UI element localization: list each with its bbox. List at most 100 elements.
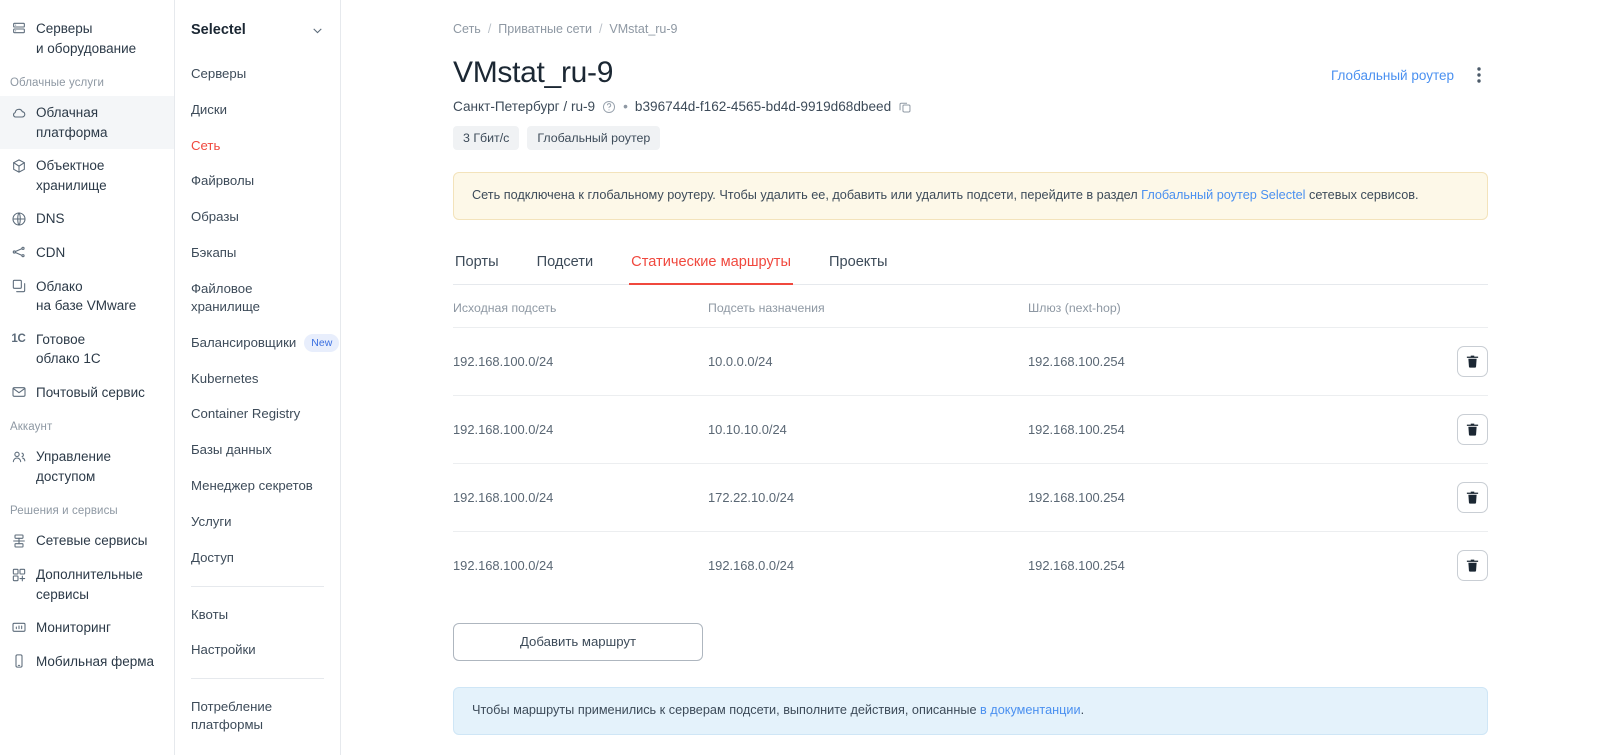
sidebar-item[interactable]: Почтовый сервис xyxy=(0,376,174,410)
project-nav-item[interactable]: Квоты xyxy=(175,597,340,633)
chip-router: Глобальный роутер xyxy=(527,126,661,150)
sidebar-item[interactable]: Мониторинг xyxy=(0,611,174,645)
sidebar-item-label: Готовое облако 1С xyxy=(36,331,101,367)
project-nav-item[interactable]: Базы данных xyxy=(175,432,340,468)
project-switcher[interactable]: Selectel xyxy=(175,16,340,44)
project-nav-item[interactable]: Файловое хранилище xyxy=(175,271,340,325)
sidebar-item[interactable]: Управление доступом xyxy=(0,440,174,493)
project-nav-label: Менеджер секретов xyxy=(191,478,313,494)
table-row: 192.168.100.0/24 10.0.0.0/24 192.168.100.2… xyxy=(453,326,1488,396)
project-nav-item[interactable]: Образы xyxy=(175,199,340,235)
project-nav-item[interactable]: Сеть xyxy=(175,128,340,164)
more-options-icon[interactable] xyxy=(1470,66,1488,84)
sidebar-item[interactable]: Объектное хранилище xyxy=(0,149,174,202)
resource-chips: 3 Гбит/с Глобальный роутер xyxy=(453,126,1488,150)
info-banner-link[interactable]: в документанции xyxy=(980,703,1081,717)
table-row: 192.168.100.0/24 192.168.0.0/24 192.168.10… xyxy=(453,530,1488,599)
project-nav-label: Файловое хранилище xyxy=(191,280,261,314)
project-nav-label: Потребление платформы xyxy=(191,699,273,732)
project-nav-item[interactable]: Файрволы xyxy=(175,163,340,199)
sidebar-item[interactable]: Облачная платформа xyxy=(0,96,174,150)
breadcrumb-item-2[interactable]: Приватные сети xyxy=(498,22,592,36)
tab-0[interactable]: Порты xyxy=(453,254,501,285)
sidebar-divider xyxy=(191,585,324,587)
project-nav-item[interactable]: Серверы xyxy=(175,56,340,92)
warning-banner-link[interactable]: Глобальный роутер Selectel xyxy=(1141,188,1305,202)
project-nav-item[interactable]: Балансировщики New xyxy=(175,325,340,361)
project-nav-label: Диски xyxy=(191,101,228,117)
sidebar-item[interactable]: 1C Готовое облако 1С xyxy=(0,323,174,376)
sidebar-item-label: Мониторинг xyxy=(36,620,111,636)
project-nav-item[interactable]: Диски xyxy=(175,92,340,128)
delete-route-button[interactable] xyxy=(1457,413,1488,445)
project-nav-item[interactable]: Менеджер секретов xyxy=(175,468,340,504)
project-nav-item[interactable]: Потребление платформы xyxy=(175,689,340,743)
breadcrumb-separator-2: / xyxy=(598,22,603,36)
sidebar-item[interactable]: DNS xyxy=(0,202,174,236)
monitor-icon xyxy=(10,619,27,636)
column-header-actions xyxy=(1428,301,1488,328)
info-text-after: . xyxy=(1080,702,1085,717)
project-nav-label: Сеть xyxy=(191,137,221,153)
cell-gateway: 192.168.100.254 xyxy=(1028,462,1428,532)
globe-icon xyxy=(10,210,27,227)
users-icon xyxy=(10,448,27,465)
sidebar-item-label: Почтовый сервис xyxy=(36,384,145,400)
sidebar-item[interactable]: Дополнительные сервисы xyxy=(0,558,174,611)
delete-route-button[interactable] xyxy=(1457,549,1488,581)
breadcrumb-current: VMstat_ru-9 xyxy=(609,22,678,36)
cell-source: 192.168.100.0/24 xyxy=(453,326,708,396)
mobile-icon xyxy=(10,653,27,670)
sidebar-group-title: Решения и сервисы xyxy=(10,505,118,518)
project-nav-item[interactable]: Container Registry xyxy=(175,396,340,432)
sidebar-item-label: Объектное хранилище xyxy=(36,158,107,193)
cell-source: 192.168.100.0/24 xyxy=(453,462,708,532)
project-nav-label: Kubernetes xyxy=(191,370,259,386)
services-sidebar: Серверы и оборудование Облачные услуги Обл… xyxy=(0,0,175,755)
sidebar-item[interactable]: Мобильная ферма xyxy=(0,645,174,679)
project-nav-label: Настройки xyxy=(191,642,256,658)
cell-gateway: 192.168.100.254 xyxy=(1028,394,1428,464)
project-nav-label: Файрволы xyxy=(191,173,255,189)
breadcrumb-separator: / xyxy=(487,22,492,36)
sidebar-item[interactable]: CDN xyxy=(0,236,174,270)
project-nav-item[interactable]: Kubernetes xyxy=(175,361,340,397)
app-root: Серверы и оборудование Облачные услуги Обл… xyxy=(0,0,1600,755)
tab-2[interactable]: Статические маршруты xyxy=(629,254,793,285)
sidebar-item-label: Управление доступом xyxy=(36,449,112,484)
add-route-button[interactable]: Добавить маршрут xyxy=(453,622,703,661)
servers-icon xyxy=(10,20,27,37)
sidebar-item[interactable]: Сетевые сервисы xyxy=(0,524,174,558)
project-nav-item[interactable]: Доступ xyxy=(175,540,340,576)
tab-3[interactable]: Проекты xyxy=(827,254,890,285)
help-circle-icon[interactable] xyxy=(602,100,616,114)
copy-icon[interactable] xyxy=(898,100,912,114)
cell-gateway: 192.168.100.254 xyxy=(1028,326,1428,396)
project-nav-item[interactable]: Услуги xyxy=(175,504,340,540)
warning-text-after: сетевых сервисов. xyxy=(1305,188,1419,202)
warning-banner: Сеть подключена к глобальному роутеру. Ч… xyxy=(453,172,1488,220)
breadcrumb-item-1[interactable]: Сеть xyxy=(453,22,481,36)
sidebar-item-servers[interactable]: Серверы и оборудование xyxy=(0,12,174,65)
project-nav-item[interactable]: Настройки xyxy=(175,632,340,668)
project-nav-item[interactable]: Бэкапы xyxy=(175,235,340,271)
table-row: 192.168.100.0/24 172.22.10.0/24 192.168.10… xyxy=(453,462,1488,532)
cloud-icon xyxy=(10,104,27,121)
sidebar-item[interactable]: Облако на базе VMware xyxy=(0,270,174,323)
global-router-link[interactable]: Глобальный роутер xyxy=(1331,68,1454,83)
breadcrumb: Сеть / Приватные сети / VMstat_ru-9 xyxy=(453,22,1488,36)
project-nav-label: Квоты xyxy=(191,606,229,622)
delete-route-button[interactable] xyxy=(1457,345,1488,377)
sidebar-item-label: Дополнительные сервисы xyxy=(36,567,143,602)
chip-bandwidth: 3 Гбит/с xyxy=(453,126,520,150)
tab-1[interactable]: Подсети xyxy=(535,254,596,285)
cell-destination: 10.10.10.0/24 xyxy=(708,394,1028,464)
tab-bar: Порты Подсети Статические маршруты Проекты xyxy=(453,254,1488,285)
sidebar-item-label: CDN xyxy=(36,244,66,260)
sidebar-item-label: Облачная платформа xyxy=(36,105,108,140)
project-nav-label: Образы xyxy=(191,209,239,225)
project-nav-item[interactable]: Пользователи xyxy=(175,743,340,755)
column-header-gateway: Шлюз (next-hop) xyxy=(1028,300,1121,315)
delete-route-button[interactable] xyxy=(1457,481,1488,513)
network-icon xyxy=(10,532,27,549)
